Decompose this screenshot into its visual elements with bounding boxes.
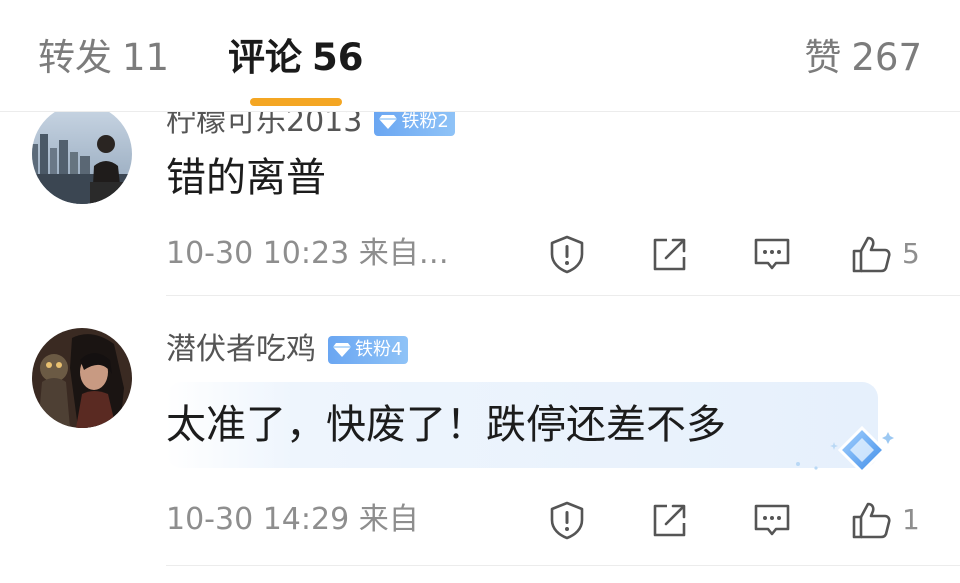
report-icon[interactable] [548, 234, 586, 274]
comments-page: 柠檬可乐2013 铁粉2 错的离普 10-30 10:23 来自… 5 潜伏者吃… [0, 0, 960, 583]
tab-label: 赞 [804, 36, 842, 79]
like-icon [852, 502, 891, 539]
comment-time: 10-30 10:23 来自… [166, 236, 449, 271]
fan-badge[interactable]: 铁粉4 [328, 336, 409, 364]
tab-comments[interactable]: 评论 56 [228, 30, 364, 86]
tab-count: 56 [312, 36, 364, 79]
comment-meta: 10-30 14:29 来自 1 [166, 500, 946, 540]
diamond-icon [796, 425, 894, 475]
comment-item: 柠檬可乐2013 铁粉2 错的离普 10-30 10:23 来自… 5 [0, 96, 960, 296]
comment-meta: 10-30 10:23 来自… 5 [166, 234, 946, 274]
user-row: 潜伏者吃鸡 铁粉4 [166, 328, 409, 372]
share-icon[interactable] [650, 500, 688, 540]
comment-time: 10-30 14:29 来自 [166, 502, 419, 537]
like-icon [852, 236, 891, 273]
reply-icon[interactable] [752, 500, 792, 540]
tab-label: 转发 [38, 36, 112, 79]
comment-text[interactable]: 太准了，快废了！跌停还差不多 [166, 395, 726, 455]
like-count: 5 [902, 237, 920, 270]
divider [166, 295, 960, 296]
reply-icon[interactable] [752, 234, 792, 274]
like-count: 1 [902, 503, 920, 536]
tab-reposts[interactable]: 转发 11 [38, 30, 169, 86]
fan-badge-label: 铁粉2 [401, 111, 449, 132]
fan-badge[interactable]: 铁粉2 [374, 108, 455, 136]
tab-label: 评论 [228, 36, 302, 79]
comment-text[interactable]: 错的离普 [166, 148, 326, 208]
tab-likes[interactable]: 赞 267 [804, 30, 922, 86]
share-icon[interactable] [650, 234, 688, 274]
like-button[interactable]: 5 [850, 234, 920, 274]
tab-count: 267 [851, 36, 922, 79]
fan-badge-label: 铁粉4 [355, 339, 403, 360]
username[interactable]: 潜伏者吃鸡 [166, 328, 316, 372]
comment-item: 潜伏者吃鸡 铁粉4 太准了，快废了！跌停还差不多 10-30 14:29 来自 … [0, 310, 960, 583]
divider [166, 565, 960, 566]
tab-bar: 转发 11 评论 56 赞 267 [0, 0, 960, 112]
diamond-icon [379, 115, 398, 129]
tab-count: 11 [122, 36, 170, 79]
active-tab-indicator [250, 98, 342, 106]
like-button[interactable]: 1 [850, 500, 920, 540]
diamond-icon [333, 343, 351, 357]
avatar[interactable] [32, 104, 132, 204]
report-icon[interactable] [548, 500, 586, 540]
avatar[interactable] [32, 328, 132, 428]
